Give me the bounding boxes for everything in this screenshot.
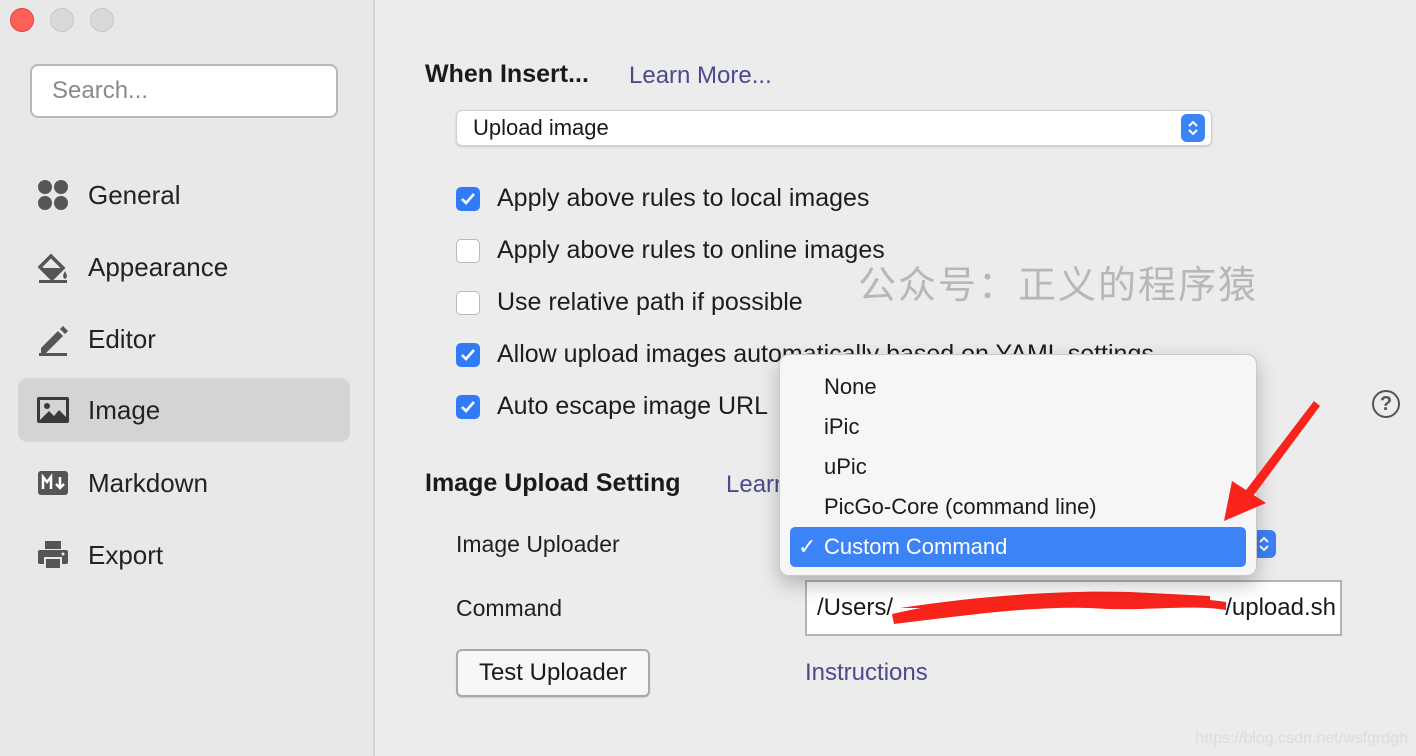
menu-item-label: iPic <box>824 414 860 439</box>
redaction-scribble <box>892 591 1226 624</box>
chevron-updown-icon <box>1181 114 1205 142</box>
test-uploader-button[interactable]: Test Uploader <box>456 649 650 697</box>
sidebar-item-label: Markdown <box>88 467 208 498</box>
menu-item-label: PicGo-Core (command line) <box>824 494 1097 519</box>
sidebar-item-label: Appearance <box>88 251 229 282</box>
sidebar-item-appearance[interactable]: Appearance <box>18 235 350 299</box>
sidebar-item-editor[interactable]: Editor <box>18 307 350 371</box>
menu-item-label: None <box>824 374 877 399</box>
instructions-link[interactable]: Instructions <box>805 659 928 687</box>
appearance-icon <box>34 248 72 286</box>
minimize-window-button[interactable] <box>50 8 74 32</box>
menu-item-none[interactable]: None <box>790 367 1246 407</box>
option-label: Auto escape image URL <box>497 392 768 420</box>
option-label: Use relative path if possible <box>497 288 803 316</box>
option-online-images[interactable]: Apply above rules to online images <box>456 236 885 265</box>
menu-item-label: uPic <box>824 454 867 479</box>
checkbox-unchecked[interactable] <box>456 290 480 315</box>
general-icon <box>34 176 72 214</box>
maximize-window-button[interactable] <box>90 8 114 32</box>
image-icon <box>34 391 72 429</box>
sidebar-item-label: Image <box>88 394 161 425</box>
upload-setting-title: Image Upload Setting <box>425 469 681 497</box>
help-icon[interactable]: ? <box>1372 390 1400 418</box>
watermark-text: 公众号：正义的程序猿 <box>858 263 1259 307</box>
option-label: Apply above rules to online images <box>497 236 885 264</box>
checkbox-checked[interactable] <box>456 186 480 211</box>
sidebar-item-label: Export <box>88 539 164 570</box>
menu-item-label: Custom Command <box>824 534 1008 559</box>
sidebar-item-image[interactable]: Image <box>18 378 350 442</box>
option-local-images[interactable]: Apply above rules to local images <box>456 184 869 213</box>
checkbox-checked[interactable] <box>456 394 480 419</box>
source-credit: https://blog.csdn.net/wsfgrdgh <box>1195 730 1408 747</box>
menu-item-ipic[interactable]: iPic <box>790 407 1246 447</box>
menu-item-upic[interactable]: uPic <box>790 447 1246 487</box>
command-value-start: /Users/ <box>817 594 894 621</box>
sidebar-item-label: General <box>88 179 181 210</box>
sidebar-item-export[interactable]: Export <box>18 523 350 587</box>
learn-more-link[interactable]: Learn More... <box>629 62 772 90</box>
markdown-icon <box>34 464 72 502</box>
menu-item-custom-command[interactable]: ✓ Custom Command <box>790 527 1246 567</box>
select-value: Upload image <box>473 115 609 140</box>
editor-icon <box>34 320 72 358</box>
command-label: Command <box>456 595 563 621</box>
uploader-dropdown-menu: None iPic uPic PicGo-Core (command line)… <box>779 354 1257 576</box>
sidebar-item-label: Editor <box>88 323 156 354</box>
checkbox-unchecked[interactable] <box>456 238 480 263</box>
option-escape-url[interactable]: Auto escape image URL <box>456 392 768 421</box>
export-icon <box>34 536 72 574</box>
search-input[interactable] <box>30 64 338 118</box>
checkmark-icon: ✓ <box>798 534 817 559</box>
option-relative-path[interactable]: Use relative path if possible <box>456 288 803 317</box>
command-value-end: /upload.sh <box>1225 594 1336 621</box>
sidebar: General Appearance Editor Image Markdown… <box>0 0 375 756</box>
image-uploader-label: Image Uploader <box>456 531 620 557</box>
sidebar-item-general[interactable]: General <box>18 163 350 227</box>
insert-action-select[interactable]: Upload image <box>456 110 1212 146</box>
checkbox-checked[interactable] <box>456 342 480 367</box>
menu-item-picgo-core[interactable]: PicGo-Core (command line) <box>790 487 1246 527</box>
when-insert-title: When Insert... <box>425 60 589 88</box>
sidebar-item-markdown[interactable]: Markdown <box>18 451 350 515</box>
annotation-arrow-icon <box>1224 401 1320 521</box>
option-label: Apply above rules to local images <box>497 184 870 212</box>
close-window-button[interactable] <box>10 8 34 32</box>
